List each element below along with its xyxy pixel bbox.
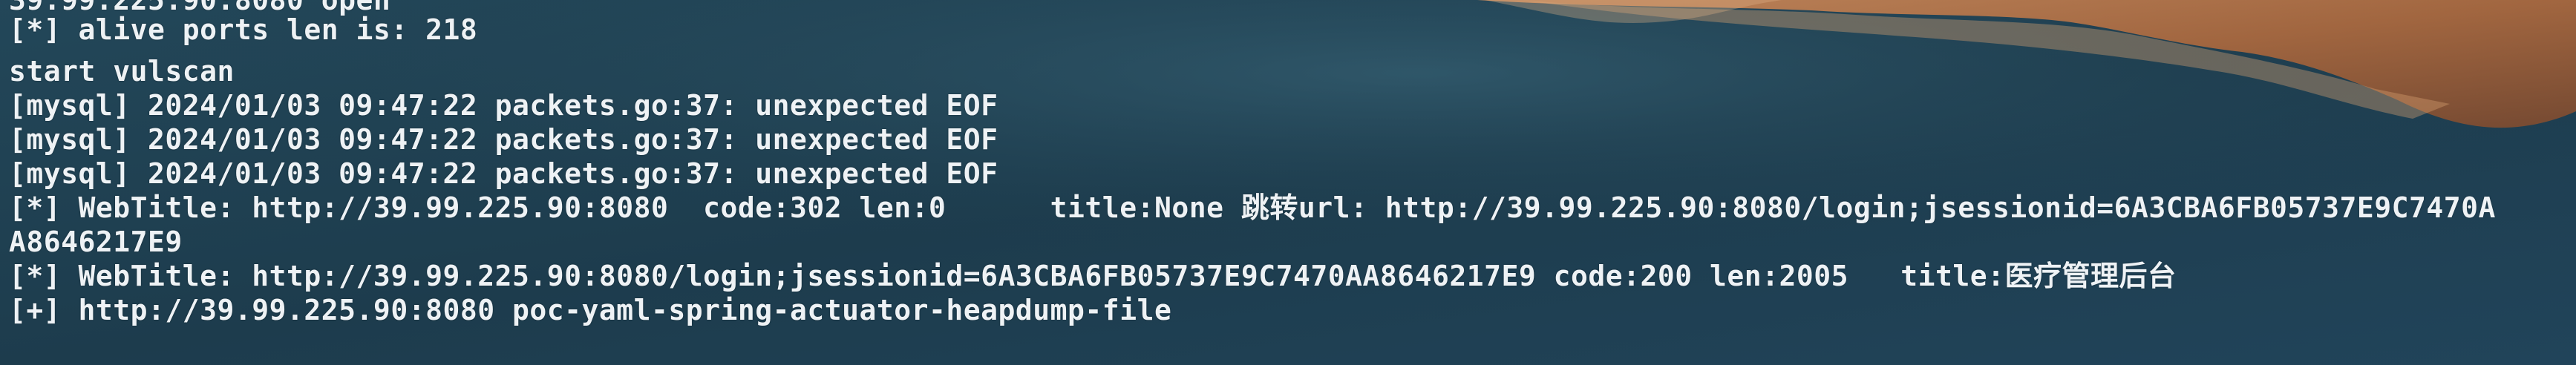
terminal-line: [mysql] 2024/01/03 09:47:22 packets.go:3… [9, 123, 998, 156]
terminal-line: start vulscan [9, 55, 235, 88]
terminal-line: [mysql] 2024/01/03 09:47:22 packets.go:3… [9, 157, 998, 190]
terminal-line: [+] http://39.99.225.90:8080 poc-yaml-sp… [9, 294, 1172, 326]
terminal-line: [mysql] 2024/01/03 09:47:22 packets.go:3… [9, 89, 998, 122]
terminal-line: A8646217E9 [9, 226, 183, 258]
terminal-line: [*] WebTitle: http://39.99.225.90:8080 c… [9, 191, 2496, 224]
terminal-line: [*] alive ports len is: 218 [9, 13, 478, 46]
terminal-output: 39.99.225.90:8080 open [*] alive ports l… [0, 0, 2576, 365]
terminal-line: [*] WebTitle: http://39.99.225.90:8080/l… [9, 260, 2177, 292]
